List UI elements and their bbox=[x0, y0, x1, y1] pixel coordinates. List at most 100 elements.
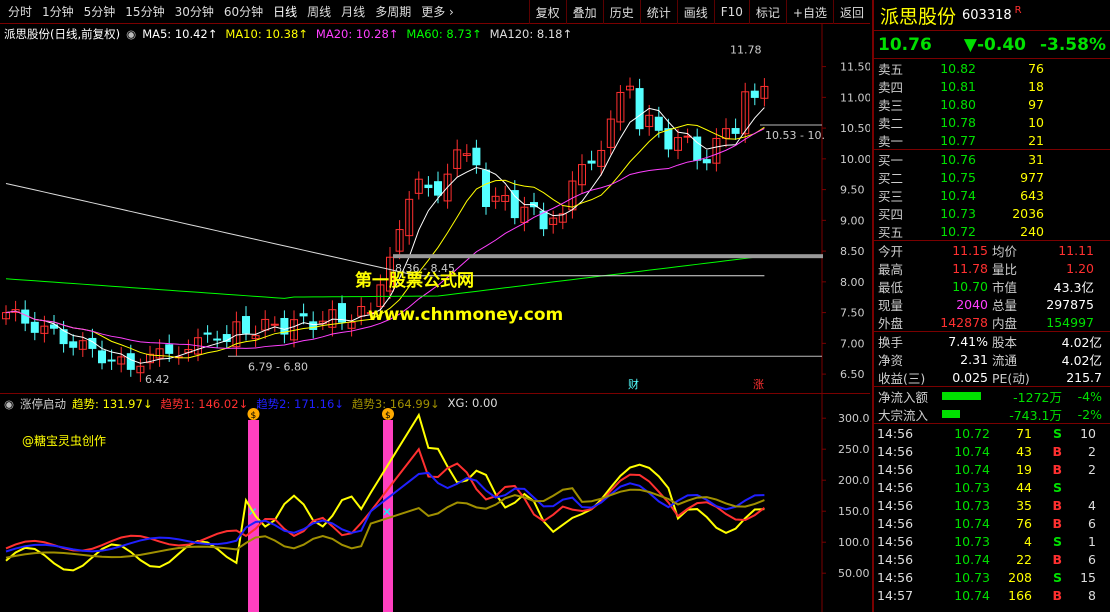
quote-panel: 派思股份 603318 R 10.76 ▼-0.40 -3.58% 卖五 10.8… bbox=[872, 0, 1110, 612]
period-tab[interactable]: 5分钟 bbox=[84, 3, 116, 20]
bids-price: 10.72 bbox=[940, 223, 976, 239]
fundamental-label: PE(动) bbox=[992, 370, 1030, 386]
price-tick-label: 7.50 bbox=[840, 307, 865, 320]
candle-body bbox=[165, 344, 174, 354]
tick-row[interactable]: 14:56 10.74 76 B 6 bbox=[874, 514, 1110, 532]
tick-side: S bbox=[1052, 479, 1062, 495]
tick-row[interactable]: 14:56 10.73 208 S 15 bbox=[874, 568, 1110, 586]
stat-label: 现量 bbox=[878, 297, 904, 313]
stat-row: 现量 2040 总量 297875 bbox=[874, 295, 1110, 313]
tick-list[interactable]: 14:56 10.72 71 S 10 14:56 10.74 43 B 2 14:56 10.74 1… bbox=[874, 423, 1110, 604]
period-tab[interactable]: 月线 bbox=[341, 3, 365, 20]
tick-price: 10.74 bbox=[954, 515, 990, 531]
period-tab[interactable]: 多周期 bbox=[375, 3, 411, 20]
toolbar-action-button[interactable]: F10 bbox=[713, 0, 749, 24]
stat-label: 总量 bbox=[992, 297, 1018, 313]
period-tab[interactable]: 30分钟 bbox=[175, 3, 214, 20]
indicator-settings-icon[interactable]: ◉ bbox=[4, 397, 14, 411]
indicator-tick-label: 250.0 bbox=[838, 443, 870, 456]
asks-row[interactable]: 卖一 10.77 21 bbox=[874, 131, 1110, 149]
toolbar-action-button[interactable]: 返回 bbox=[832, 0, 870, 24]
asks-row[interactable]: 卖五 10.82 76 bbox=[874, 59, 1110, 77]
stat-row: 外盘 142878 内盘 154997 bbox=[874, 313, 1110, 331]
tick-row[interactable]: 14:56 10.74 22 B 6 bbox=[874, 550, 1110, 568]
period-tab[interactable]: 周线 bbox=[307, 3, 331, 20]
candle-body bbox=[664, 128, 673, 150]
tick-row[interactable]: 14:56 10.74 19 B 2 bbox=[874, 460, 1110, 478]
settings-icon[interactable]: ◉ bbox=[126, 27, 136, 41]
asks-volume: 97 bbox=[1028, 96, 1044, 112]
tick-row[interactable]: 14:56 10.74 43 B 2 bbox=[874, 442, 1110, 460]
tick-time: 14:56 bbox=[877, 461, 914, 477]
kline-canvas[interactable]: 11.50 11.00 10.50 10.00 9.50 9.00 8.50 8.00 7.50… bbox=[0, 24, 872, 394]
toolbar-action-button[interactable]: 复权 bbox=[528, 0, 566, 24]
indicator-canvas[interactable]: 300.0250.0200.0150.0100.050.00$✕$✕ bbox=[0, 394, 870, 612]
fundamental-value: 215.7 bbox=[1066, 369, 1102, 385]
toolbar-action-button[interactable]: 画线 bbox=[676, 0, 714, 24]
candle-body bbox=[702, 159, 711, 164]
toolbar-action-button[interactable]: 统计 bbox=[639, 0, 677, 24]
asks-label: 卖二 bbox=[878, 115, 904, 131]
limit-up-marker[interactable]: 涨 bbox=[753, 378, 764, 391]
candle-body bbox=[69, 341, 78, 348]
tick-row[interactable]: 14:56 10.73 35 B 4 bbox=[874, 496, 1110, 514]
bids-volume: 31 bbox=[1028, 151, 1044, 167]
tick-count: 2 bbox=[1088, 443, 1096, 459]
period-tab[interactable]: 60分钟 bbox=[224, 3, 263, 20]
candles bbox=[2, 77, 769, 382]
period-tab[interactable]: 更多 › bbox=[421, 3, 454, 20]
bids-row[interactable]: 买四 10.73 2036 bbox=[874, 204, 1110, 222]
asks-price: 10.80 bbox=[940, 96, 976, 112]
kline-chart[interactable]: 11.50 11.00 10.50 10.00 9.50 9.00 8.50 8.00 7.50… bbox=[0, 24, 872, 394]
candle-body bbox=[482, 169, 490, 207]
asks-volume: 18 bbox=[1028, 78, 1044, 94]
bids-price: 10.73 bbox=[940, 205, 976, 221]
toolbar-action-button[interactable]: +自选 bbox=[785, 0, 833, 24]
tick-side: B bbox=[1052, 461, 1062, 477]
range-annotation: 10.53 - 10. bbox=[765, 129, 825, 142]
period-tab[interactable]: 分时 bbox=[8, 3, 32, 20]
last-price: 10.76 bbox=[878, 34, 932, 55]
price-tick-label: 11.00 bbox=[840, 91, 870, 104]
tick-row[interactable]: 14:56 10.73 44 S bbox=[874, 478, 1110, 496]
bids-volume: 2036 bbox=[1012, 205, 1044, 221]
tick-row[interactable]: 14:57 10.74 166 B 8 bbox=[874, 586, 1110, 604]
toolbar-action-button[interactable]: 标记 bbox=[748, 0, 786, 24]
tick-row[interactable]: 14:56 10.72 71 S 10 bbox=[874, 424, 1110, 442]
stat-value: 11.78 bbox=[952, 260, 988, 276]
asks-row[interactable]: 卖二 10.78 10 bbox=[874, 113, 1110, 131]
ma-legend-item: MA20: 10.28↑ bbox=[315, 27, 399, 41]
toolbar-action-button[interactable]: 叠加 bbox=[565, 0, 603, 24]
tick-row[interactable]: 14:56 10.73 4 S 1 bbox=[874, 532, 1110, 550]
money-bag-icon-glyph: $ bbox=[251, 411, 257, 421]
indicator-chart[interactable]: 300.0 250.0 200.0 150.0 100.0 50.00 $ ✕ $ ✕ ◉ 涨停启… bbox=[0, 394, 870, 612]
asks-row[interactable]: 卖三 10.80 97 bbox=[874, 95, 1110, 113]
tick-volume: 76 bbox=[1016, 515, 1032, 531]
bids-row[interactable]: 买一 10.76 31 bbox=[874, 150, 1110, 168]
bid-book: 买一 10.76 31 买二 10.75 977 买三 10.74 643 买四 10.73 2036… bbox=[874, 149, 1110, 240]
fundamental-value: 4.02亿 bbox=[1061, 334, 1102, 350]
tick-time: 14:56 bbox=[877, 533, 914, 549]
toolbar-action-button[interactable]: 历史 bbox=[602, 0, 640, 24]
asks-row[interactable]: 卖四 10.81 18 bbox=[874, 77, 1110, 95]
bids-label: 买五 bbox=[878, 224, 904, 240]
watermark: www.chnmoney.com bbox=[368, 305, 563, 325]
finance-marker[interactable]: 财 bbox=[628, 377, 639, 391]
indicator-legend-item: 趋势1: 146.02↓ bbox=[160, 397, 249, 411]
stock-header: 派思股份 603318 R bbox=[874, 0, 1110, 30]
bids-row[interactable]: 买三 10.74 643 bbox=[874, 186, 1110, 204]
bids-row[interactable]: 买二 10.75 977 bbox=[874, 168, 1110, 186]
stat-label: 最低 bbox=[878, 279, 904, 295]
price-tick-label: 7.00 bbox=[840, 337, 865, 350]
asks-label: 卖五 bbox=[878, 61, 904, 77]
period-tab[interactable]: 1分钟 bbox=[42, 3, 74, 20]
bids-row[interactable]: 买五 10.72 240 bbox=[874, 222, 1110, 240]
period-tab[interactable]: 15分钟 bbox=[125, 3, 164, 20]
tick-time: 14:56 bbox=[877, 569, 914, 585]
candle-body bbox=[107, 359, 116, 362]
money-bag-icon-glyph: $ bbox=[385, 411, 391, 421]
fund-flow-block: 净流入额 -1272万 -4% 大宗流入 -743.1万 -2% bbox=[874, 386, 1110, 423]
period-tab[interactable]: 日线 bbox=[273, 3, 297, 20]
asks-label: 卖四 bbox=[878, 79, 904, 95]
asks-volume: 21 bbox=[1028, 132, 1044, 148]
